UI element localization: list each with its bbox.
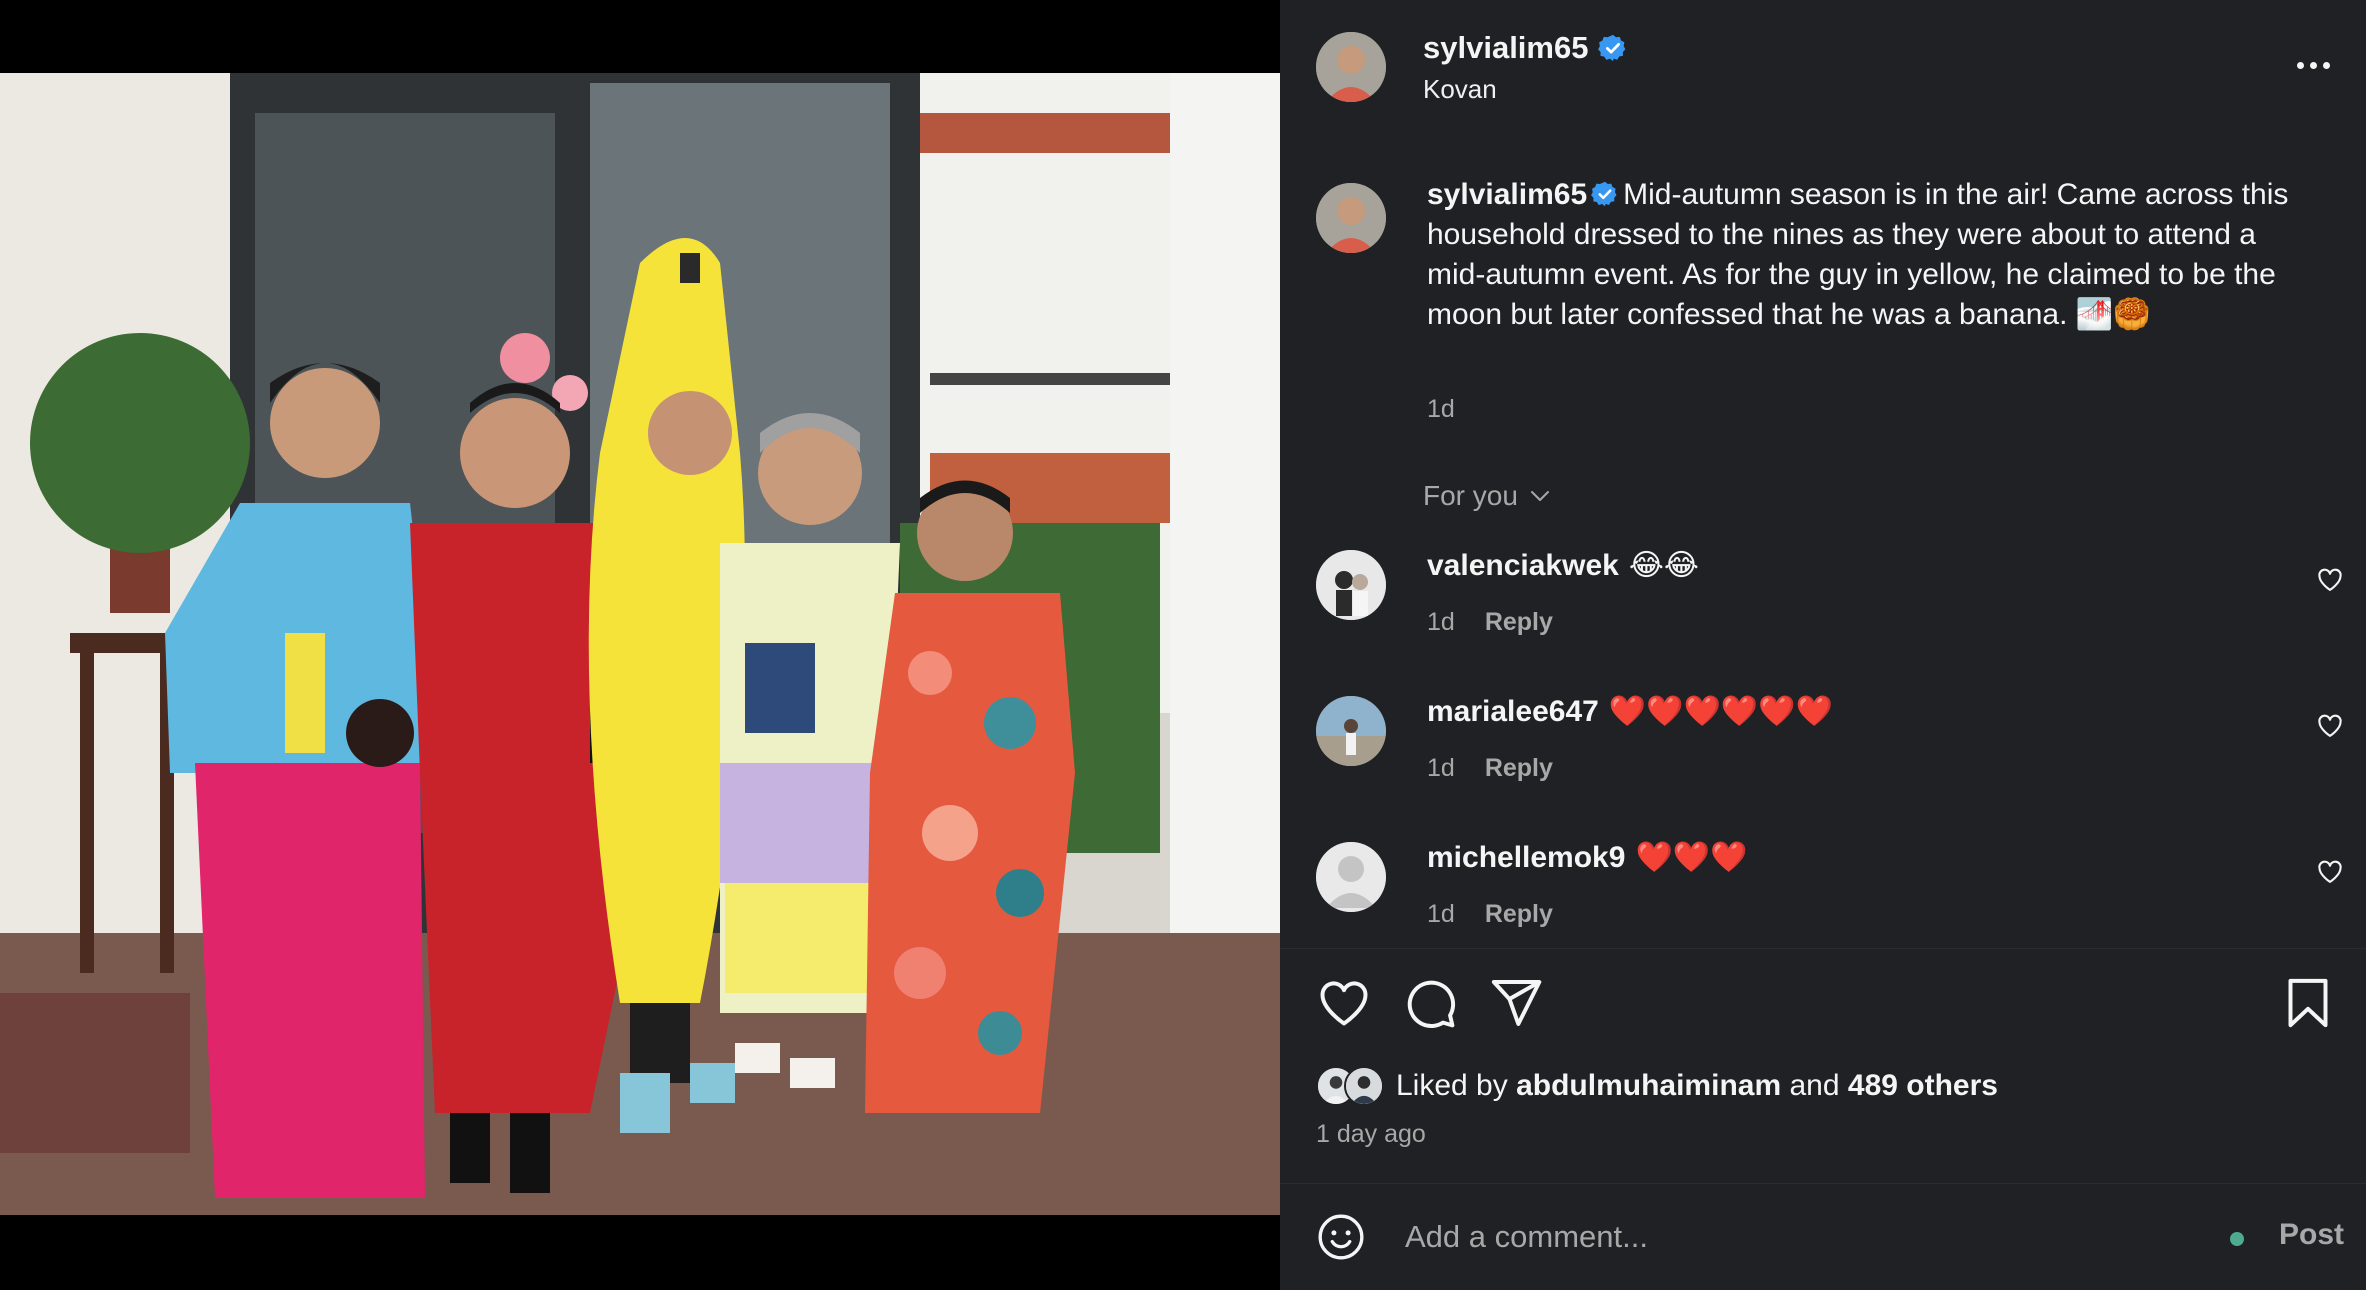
verified-badge-icon (1598, 34, 1626, 62)
more-dot (2296, 61, 2304, 69)
verified-badge-icon (1591, 181, 1617, 207)
comment-item: valenciakwek 😂😂 1d Reply (1280, 540, 2366, 670)
comment-like-heart-icon[interactable] (2316, 858, 2344, 886)
comment-like-heart-icon[interactable] (2316, 566, 2344, 594)
comment-text: ❤️❤️❤️❤️❤️❤️ (1608, 695, 1833, 728)
liker-username[interactable]: abdulmuhaiminam (1516, 1069, 1781, 1103)
comment-meta: 1d Reply (1427, 754, 1553, 783)
comment-text: 😂😂 (1628, 549, 1699, 582)
comment-username[interactable]: marialee647 (1427, 695, 1599, 728)
comment-button-graphic (1407, 980, 1456, 1028)
reply-button[interactable]: Reply (1485, 754, 1553, 783)
comment-line: valenciakwek 😂😂 (1427, 548, 1699, 583)
chevron-down-icon (1530, 491, 1549, 501)
caption-body: sylvialim65 Mid-autumn season is in the … (1427, 175, 2317, 335)
comment-line: marialee647 ❤️❤️❤️❤️❤️❤️ (1427, 694, 1833, 729)
caption-time: 1d (1427, 395, 1455, 423)
post-actions (1280, 975, 2366, 1039)
comment-bubble-icon[interactable] (1402, 975, 1458, 1031)
comment-text: ❤️❤️❤️ (1635, 841, 1748, 874)
commenter-avatar[interactable] (1316, 550, 1386, 620)
status-dot (2230, 1232, 2244, 1246)
reply-button[interactable]: Reply (1485, 608, 1553, 637)
commenter-avatar[interactable] (1316, 696, 1386, 766)
comment-time: 1d (1427, 900, 1455, 928)
caption-avatar-image (1316, 183, 1386, 253)
heart-icon[interactable] (1316, 975, 1372, 1031)
divider (1280, 948, 2366, 949)
author-username-row[interactable]: sylvialim65 (1423, 30, 1628, 66)
add-comment-bar: Post (1280, 1184, 2366, 1290)
post-location[interactable]: Kovan (1423, 74, 1497, 105)
smiley-icon[interactable] (1316, 1212, 1366, 1262)
author-avatar-image (1316, 32, 1386, 102)
more-dot (2322, 61, 2330, 69)
comment-username[interactable]: michellemok9 (1427, 841, 1625, 874)
comment-item: michellemok9 ❤️❤️❤️ 1d Reply (1280, 832, 2366, 962)
photo-illustration (0, 73, 1280, 1215)
author-username[interactable]: sylvialim65 (1423, 30, 1588, 66)
post-comment-button[interactable]: Post (2279, 1218, 2344, 1252)
commenter-avatar[interactable] (1316, 842, 1386, 912)
liker-avatar-image (1346, 1068, 1382, 1104)
likes-joiner: and (1789, 1069, 1840, 1102)
post-age[interactable]: 1 day ago (1316, 1120, 1426, 1149)
caption-username[interactable]: sylvialim65 (1427, 178, 1587, 211)
post-side-panel: sylvialim65 Kovan sylvialim65 Mid-autumn… (1280, 0, 2366, 1290)
paper-plane-icon[interactable] (1488, 975, 1544, 1031)
comments-filter-dropdown[interactable]: For you (1423, 480, 1552, 512)
caption-avatar[interactable] (1316, 183, 1386, 253)
default-avatar-icon (1316, 842, 1386, 912)
commenter-avatar-image (1316, 696, 1386, 766)
comment-meta: 1d Reply (1427, 900, 1553, 929)
media-pane (0, 0, 1280, 1290)
liker-avatar[interactable] (1344, 1066, 1384, 1106)
more-dot (2309, 61, 2317, 69)
post-photo[interactable] (0, 73, 1280, 1215)
liker-avatars (1316, 1066, 1384, 1106)
bookmark-icon[interactable] (2280, 975, 2336, 1031)
comment-time: 1d (1427, 754, 1455, 782)
author-avatar[interactable] (1316, 32, 1386, 102)
post-header: sylvialim65 Kovan (1280, 0, 2366, 140)
comment-item: marialee647 ❤️❤️❤️❤️❤️❤️ 1d Reply (1280, 686, 2366, 816)
more-options-icon[interactable] (2290, 52, 2336, 78)
comment-input[interactable] (1405, 1210, 2185, 1264)
likes-prefix: Liked by (1396, 1069, 1508, 1102)
commenter-avatar-image (1316, 550, 1386, 620)
like-button-graphic (1320, 981, 1368, 1026)
likes-summary: Liked by abdulmuhaiminam and 489 others (1316, 1066, 1998, 1106)
comment-time: 1d (1427, 608, 1455, 636)
comment-meta: 1d Reply (1427, 608, 1553, 637)
emoji-picker-graphic (1318, 1214, 1364, 1260)
comments-filter-label: For you (1423, 480, 1518, 511)
comment-line: michellemok9 ❤️❤️❤️ (1427, 840, 1748, 875)
reply-button[interactable]: Reply (1485, 900, 1553, 929)
save-button-graphic (2288, 978, 2328, 1028)
share-button-graphic (1491, 980, 1542, 1026)
comment-username[interactable]: valenciakwek (1427, 549, 1619, 582)
likes-others-link[interactable]: 489 others (1848, 1069, 1998, 1103)
comment-like-heart-icon[interactable] (2316, 712, 2344, 740)
